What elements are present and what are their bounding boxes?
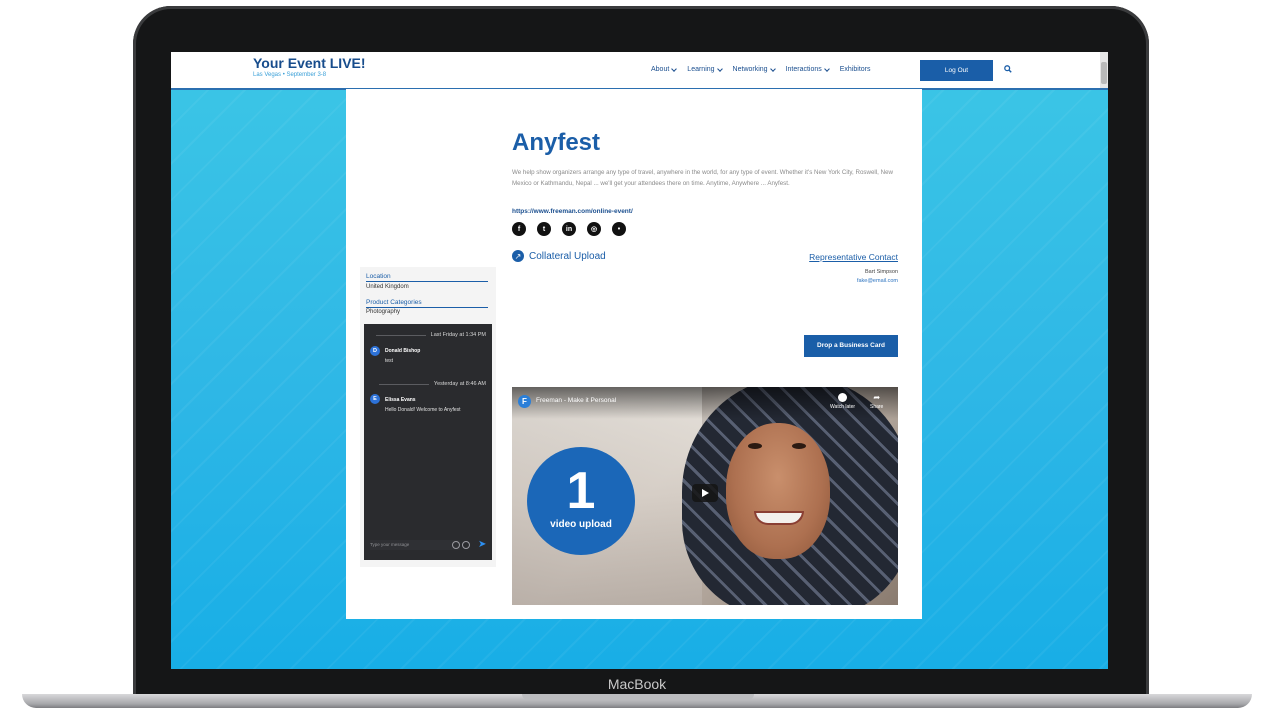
clock-icon [838, 393, 848, 402]
badge-number: 1 [566, 462, 596, 520]
nav-learning[interactable]: Learning [687, 65, 723, 73]
laptop-notch [522, 694, 754, 700]
nav-about[interactable]: About [651, 65, 678, 73]
website-link[interactable]: https://www.freeman.com/online-event/ [512, 208, 633, 215]
chevron-down-icon [671, 65, 678, 72]
exhibitor-name: Anyfest [512, 129, 601, 156]
representative-contact-heading[interactable]: Representative Contact [809, 252, 898, 262]
rep-name: Bart Simpson [864, 269, 898, 275]
chevron-down-icon [823, 65, 830, 72]
video-frame-smile [754, 511, 804, 525]
chat-message-input[interactable]: Type your message [370, 540, 460, 550]
location-value: United Kingdom [366, 284, 409, 290]
chevron-down-icon [769, 65, 776, 72]
video-frame-eye [748, 443, 762, 449]
message-author: Elissa Evans [385, 397, 416, 403]
attach-icon[interactable] [452, 541, 460, 549]
upload-icon: ↗ [512, 250, 524, 262]
watch-later-label: Watch later [830, 404, 856, 410]
watch-later-button[interactable]: Watch later [830, 393, 855, 410]
avatar: D [370, 346, 380, 356]
exhibitor-panel: Anyfest We help show organizers arrange … [346, 89, 922, 619]
share-icon: ➦ [873, 393, 881, 402]
main-nav: About Learning Networking Interactions E… [651, 65, 871, 73]
linkedin-icon[interactable]: in [562, 222, 576, 236]
exhibitor-sidebar: Location United Kingdom Product Categori… [360, 267, 496, 567]
message-text: test [385, 358, 394, 364]
nav-interactions-label: Interactions [785, 66, 822, 73]
nav-exhibitors[interactable]: Exhibitors [840, 66, 871, 73]
exhibitor-description: We help show organizers arrange any type… [512, 169, 893, 187]
nav-about-label: About [651, 66, 670, 73]
avatar: E [370, 394, 380, 404]
nav-interactions[interactable]: Interactions [785, 65, 830, 73]
collateral-label: Collateral Upload [529, 250, 606, 262]
nav-networking-label: Networking [732, 66, 768, 73]
channel-logo[interactable]: F [518, 395, 531, 408]
social-links: f t in ◎ • [512, 222, 626, 236]
search-icon[interactable] [1004, 65, 1012, 73]
categories-value: Photography [366, 309, 401, 315]
video-frame-face [726, 423, 830, 559]
badge-label: video upload [550, 519, 612, 530]
twitter-icon[interactable]: t [537, 222, 551, 236]
chat-timestamp: Yesterday at 8:46 AM [379, 381, 486, 387]
send-icon[interactable]: ➤ [478, 539, 486, 550]
scrollbar-thumb[interactable] [1101, 62, 1107, 84]
nav-learning-label: Learning [687, 66, 715, 73]
collateral-upload[interactable]: ↗ Collateral Upload [512, 250, 606, 262]
scrollbar[interactable] [1100, 52, 1108, 88]
brand-title[interactable]: Your Event LIVE! [253, 55, 366, 71]
chevron-down-icon [716, 65, 723, 72]
logout-button[interactable]: Log Out [920, 60, 993, 81]
video-player[interactable]: F Freeman - Make it Personal Watch later… [512, 387, 898, 605]
chat-widget: Last Friday at 1:34 PM D Donald Bishop t… [364, 324, 492, 560]
categories-heading: Product Categories [366, 299, 488, 308]
message-author: Donald Bishop [385, 348, 421, 354]
video-frame-eye [792, 443, 806, 449]
share-label: Share [870, 404, 884, 410]
play-button[interactable] [692, 484, 718, 502]
video-title[interactable]: Freeman - Make it Personal [536, 397, 616, 404]
instagram-icon[interactable]: ◎ [587, 222, 601, 236]
rep-email[interactable]: fake@email.com [857, 278, 898, 284]
location-heading: Location [366, 273, 488, 282]
drop-business-card-button[interactable]: Drop a Business Card [804, 335, 898, 357]
nav-networking[interactable]: Networking [732, 65, 776, 73]
emoji-icon[interactable] [462, 541, 470, 549]
chat-input-tools [452, 541, 470, 549]
more-icon[interactable]: • [612, 222, 626, 236]
message-text: Hello Donald! Welcome to Anyfest [385, 407, 461, 413]
device-label: MacBook [607, 676, 667, 692]
share-button[interactable]: ➦ Share [870, 393, 883, 410]
site-header: Your Event LIVE! Las Vegas • September 3… [171, 52, 1108, 90]
facebook-icon[interactable]: f [512, 222, 526, 236]
video-upload-badge: 1 video upload [527, 447, 635, 555]
browser-screen: Your Event LIVE! Las Vegas • September 3… [171, 52, 1108, 669]
chat-timestamp: Last Friday at 1:34 PM [376, 332, 486, 338]
nav-exhibitors-label: Exhibitors [839, 66, 871, 73]
brand-tagline: Las Vegas • September 3-8 [253, 72, 327, 78]
